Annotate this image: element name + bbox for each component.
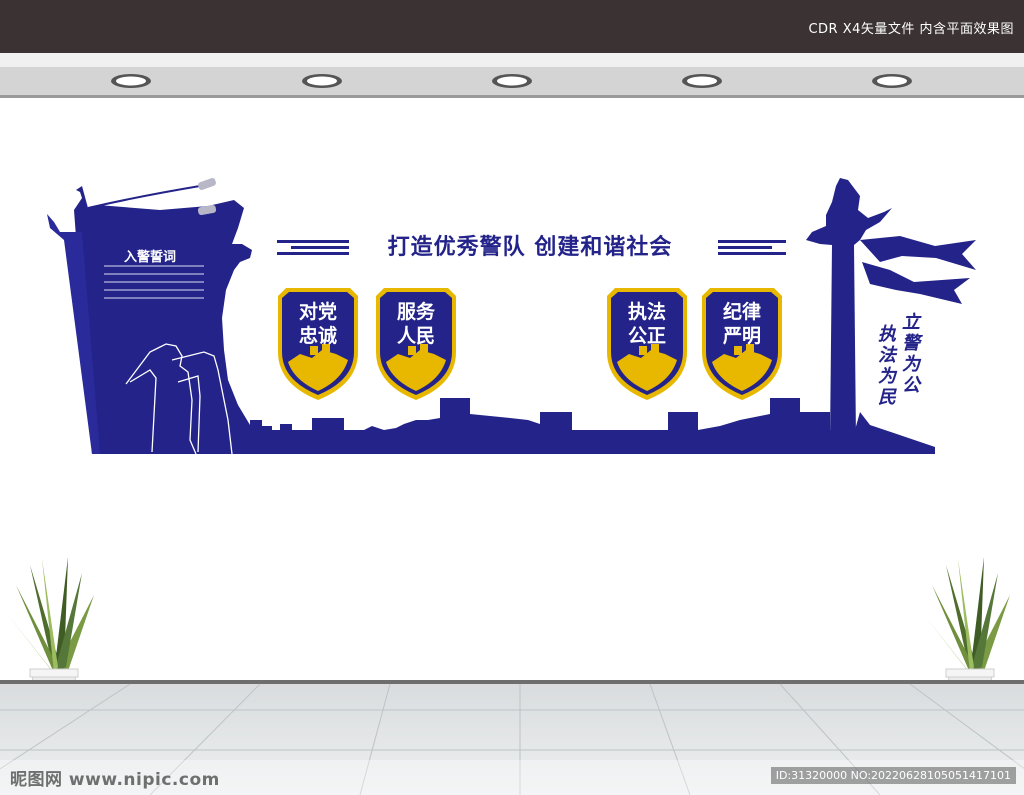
tassel [198, 178, 216, 190]
oath-title: 入警誓词 [124, 250, 177, 265]
badge-line: 对党 [298, 301, 337, 323]
great-wall-silhouette [250, 398, 830, 440]
site-watermark: 昵图网 www.nipic.com [10, 770, 220, 790]
badge-line: 严明 [722, 325, 761, 347]
badge-label: 执法 公正 [607, 300, 687, 348]
badge-line: 公正 [627, 325, 666, 347]
badge-line: 纪律 [722, 301, 761, 323]
slogan-bars-right [718, 240, 786, 255]
potted-plant-left [8, 557, 94, 680]
main-slogan: 打造优秀警队 创建和谐社会 [387, 235, 673, 260]
ribbon [860, 236, 976, 270]
badge-label: 对党 忠诚 [278, 300, 358, 348]
flag-panel [74, 186, 252, 454]
slogan-bars-left [277, 240, 349, 255]
motto-column-left: 执法为民 [878, 324, 896, 408]
badge-line: 忠诚 [298, 325, 337, 347]
badge-line: 执法 [627, 301, 666, 323]
motto-column-right: 立警为公 [902, 312, 920, 396]
badge-line: 服务 [396, 301, 435, 323]
image-id-watermark: ID:31320000 NO:20220628105051417101 [770, 767, 1016, 784]
ribbon [862, 262, 970, 304]
badge-line: 人民 [396, 325, 435, 347]
badge-label: 纪律 严明 [702, 300, 782, 348]
badge-label: 服务 人民 [376, 300, 456, 348]
display-board [8, 178, 1010, 680]
potted-plant-right [924, 557, 1010, 680]
